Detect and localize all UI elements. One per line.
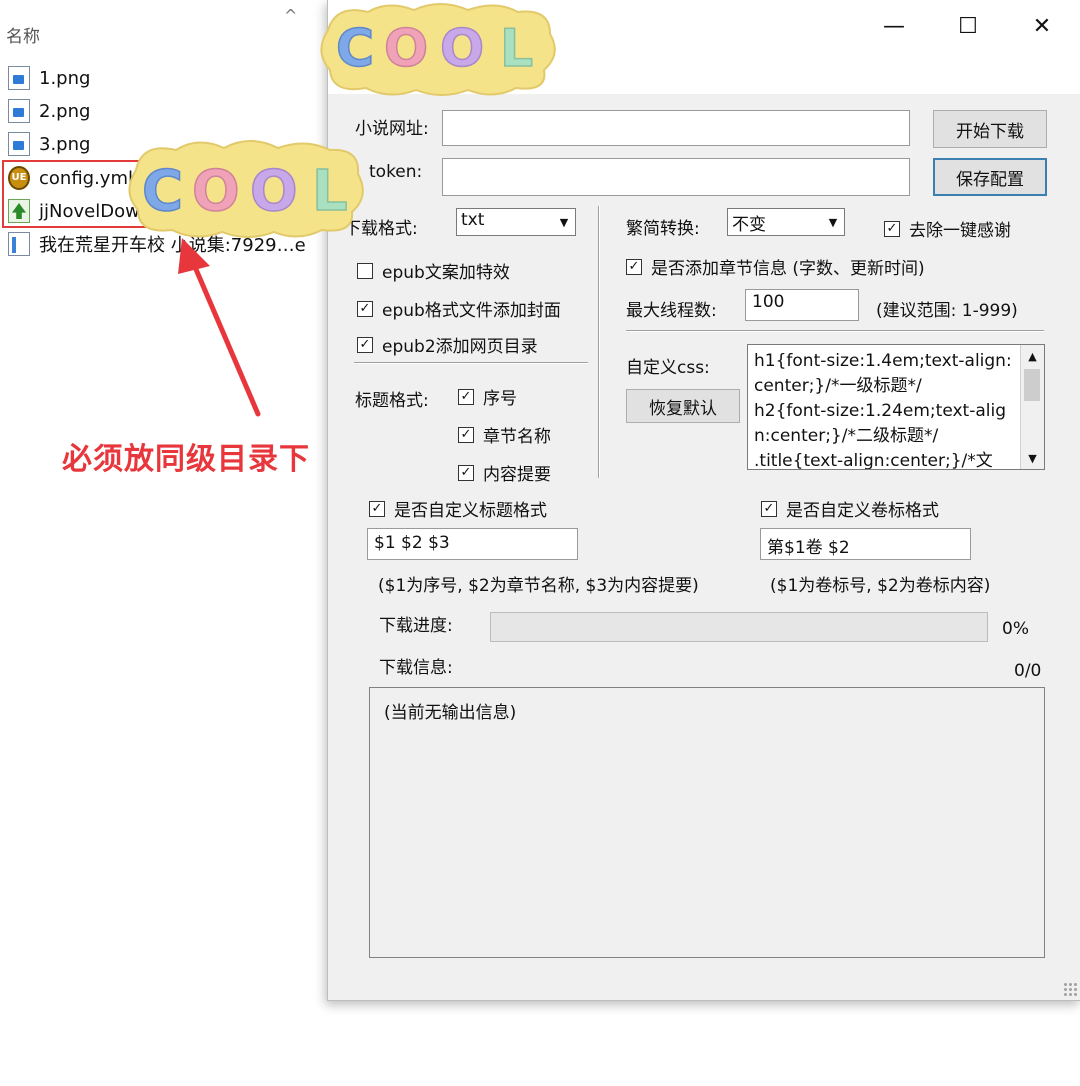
file-name: 1.png — [39, 67, 91, 89]
checkbox-checked-icon: ✓ — [458, 426, 474, 443]
scroll-thumb[interactable] — [1024, 369, 1040, 401]
chapter-info-checkbox[interactable]: ✓ 是否添加章节信息 (字数、更新时间) — [626, 254, 925, 279]
annotation-text: 必须放同级目录下 — [62, 442, 310, 477]
download-progress-bar — [490, 612, 988, 642]
checkbox-label: 是否自定义卷标格式 — [786, 501, 939, 521]
progress-label: 下载进度: — [379, 616, 453, 636]
checkbox-unchecked-icon — [357, 262, 373, 279]
max-threads-label: 最大线程数: — [626, 301, 717, 321]
title-option-summary-checkbox[interactable]: ✓ 内容提要 — [458, 460, 551, 485]
minimize-button[interactable]: — — [858, 0, 930, 52]
sticker-letter-c: C — [142, 159, 183, 224]
css-scrollbar[interactable]: ▲ ▼ — [1020, 345, 1044, 469]
checkbox-label: 内容提要 — [483, 465, 551, 485]
title-option-number-checkbox[interactable]: ✓ 序号 — [458, 384, 517, 409]
custom-title-format-checkbox[interactable]: ✓ 是否自定义标题格式 — [369, 496, 547, 521]
format-select-value: txt — [461, 210, 485, 230]
title-format-hint: ($1为序号, $2为章节名称, $3为内容提要) — [378, 576, 699, 596]
file-item[interactable]: 1.png — [8, 63, 90, 93]
epub-effects-checkbox[interactable]: epub文案加特效 — [357, 258, 510, 283]
dropdown-arrow-icon[interactable]: ▼ — [555, 211, 573, 233]
png-file-icon — [8, 99, 30, 123]
resize-grip-icon[interactable] — [1063, 982, 1077, 996]
info-count: 0/0 — [1014, 661, 1042, 681]
main-panel: 小说网址: 开始下载 token: 保存配置 下载格式: txt ▼ 繁简转换:… — [342, 94, 1068, 966]
title-option-chapter-checkbox[interactable]: ✓ 章节名称 — [458, 422, 551, 447]
custom-volume-format-checkbox[interactable]: ✓ 是否自定义卷标格式 — [761, 496, 939, 521]
token-label: token: — [369, 162, 423, 182]
maximize-button[interactable]: ☐ — [932, 0, 1004, 52]
token-input[interactable] — [442, 158, 910, 196]
checkbox-label: 章节名称 — [483, 427, 551, 447]
info-label: 下载信息: — [379, 658, 453, 678]
dropdown-arrow-icon[interactable]: ▼ — [824, 211, 842, 233]
novel-url-label: 小说网址: — [355, 119, 429, 139]
sticker-letter-o: O — [384, 19, 428, 79]
save-config-button[interactable]: 保存配置 — [933, 158, 1047, 196]
sticker-letter-c: C — [336, 19, 374, 79]
checkbox-label: epub格式文件添加封面 — [382, 301, 561, 321]
sticker-letter-o: O — [440, 19, 484, 79]
title-format-label: 标题格式: — [355, 391, 429, 411]
sticker-letter-o: O — [192, 159, 240, 224]
threads-hint: (建议范围: 1-999) — [876, 301, 1018, 321]
custom-css-label: 自定义css: — [626, 358, 710, 378]
cool-sticker: C O O L — [320, 3, 556, 96]
file-name: 2.png — [39, 100, 91, 122]
checkbox-label: 是否自定义标题格式 — [394, 501, 547, 521]
checkbox-label: epub文案加特效 — [382, 263, 510, 283]
checkbox-checked-icon: ✓ — [357, 300, 373, 317]
sticker-letter-l: L — [312, 159, 348, 224]
downloader-window: — ☐ ✕ 小说网址: 开始下载 token: 保存配置 下载格式: txt ▼… — [327, 0, 1080, 1001]
checkbox-checked-icon: ✓ — [884, 220, 900, 237]
novel-url-input[interactable] — [442, 110, 910, 146]
checkbox-label: 去除一键感谢 — [909, 221, 1011, 241]
checkbox-checked-icon: ✓ — [369, 500, 385, 517]
volume-format-hint: ($1为卷标号, $2为卷标内容) — [770, 576, 991, 596]
text-file-icon — [8, 232, 30, 256]
png-file-icon — [8, 132, 30, 156]
png-file-icon — [8, 66, 30, 90]
horizontal-separator — [354, 362, 588, 364]
title-format-input[interactable]: $1 $2 $3 — [367, 528, 578, 560]
close-button[interactable]: ✕ — [1006, 0, 1078, 52]
sticker-letter-o: O — [250, 159, 298, 224]
checkbox-label: 序号 — [483, 389, 517, 409]
vertical-separator — [598, 206, 600, 478]
output-text: (当前无输出信息) — [384, 703, 517, 723]
checkbox-checked-icon: ✓ — [458, 464, 474, 481]
conversion-select-value: 不变 — [732, 215, 766, 235]
file-item[interactable]: 3.png — [8, 129, 90, 159]
sort-ascending-icon[interactable]: ^ — [284, 6, 297, 25]
custom-css-textarea[interactable]: h1{font-size:1.4em;text-align:center;}/*… — [747, 344, 1045, 470]
checkbox-label: 是否添加章节信息 (字数、更新时间) — [651, 259, 925, 279]
max-threads-input[interactable]: 100 — [745, 289, 859, 321]
name-column-header[interactable]: 名称 — [6, 22, 40, 47]
restore-default-button[interactable]: 恢复默认 — [626, 389, 740, 423]
format-select[interactable]: txt ▼ — [456, 208, 576, 236]
custom-css-text: h1{font-size:1.4em;text-align:center;}/*… — [754, 351, 1012, 470]
checkbox-checked-icon: ✓ — [626, 258, 642, 275]
conversion-select[interactable]: 不变 ▼ — [727, 208, 845, 236]
horizontal-separator — [626, 330, 1044, 332]
conversion-label: 繁简转换: — [626, 219, 700, 239]
red-arrow-icon — [178, 238, 261, 417]
remove-thanks-checkbox[interactable]: ✓ 去除一键感谢 — [884, 216, 1011, 241]
file-name: 3.png — [39, 133, 91, 155]
sticker-letter-l: L — [500, 19, 533, 79]
checkbox-checked-icon: ✓ — [357, 336, 373, 353]
output-log[interactable]: (当前无输出信息) — [369, 687, 1045, 958]
volume-format-input[interactable]: 第$1卷 $2 — [760, 528, 971, 560]
scroll-up-icon[interactable]: ▲ — [1021, 345, 1044, 367]
cool-sticker: C O O L — [128, 140, 364, 238]
epub2-toc-checkbox[interactable]: ✓ epub2添加网页目录 — [357, 332, 538, 357]
file-item[interactable]: 2.png — [8, 96, 90, 126]
epub-cover-checkbox[interactable]: ✓ epub格式文件添加封面 — [357, 296, 561, 321]
checkbox-checked-icon: ✓ — [761, 500, 777, 517]
scroll-down-icon[interactable]: ▼ — [1021, 447, 1044, 469]
checkbox-checked-icon: ✓ — [458, 388, 474, 405]
start-download-button[interactable]: 开始下载 — [933, 110, 1047, 148]
checkbox-label: epub2添加网页目录 — [382, 337, 538, 357]
progress-percent: 0% — [1002, 619, 1029, 639]
